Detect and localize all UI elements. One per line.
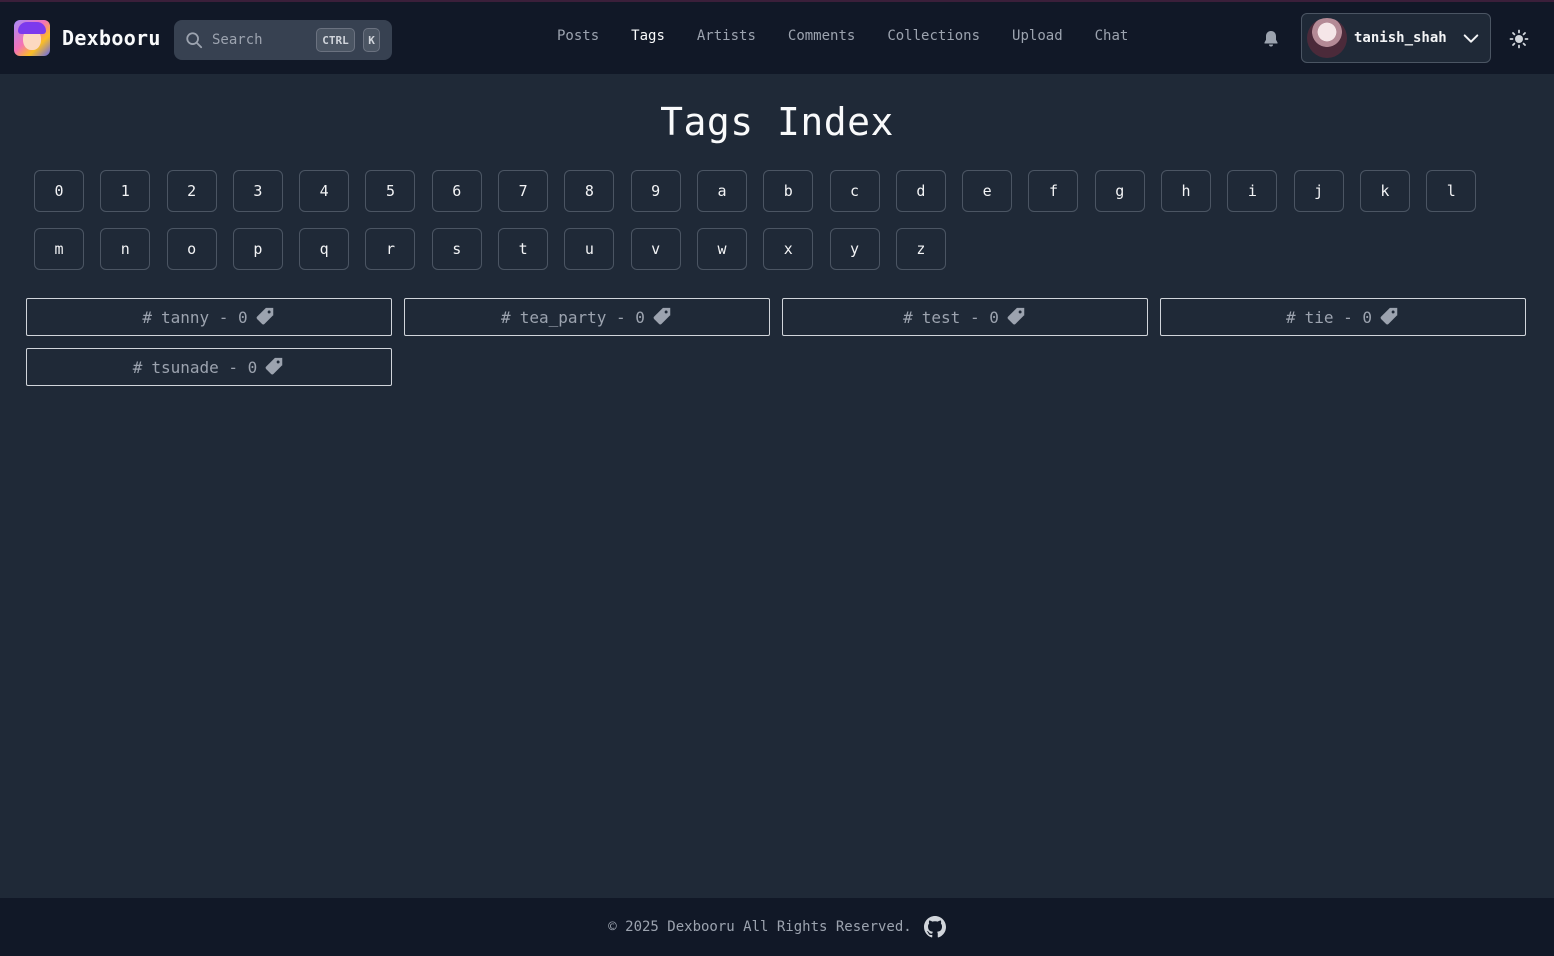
- letter-button-u[interactable]: u: [564, 228, 615, 270]
- hash-symbol: #: [903, 307, 913, 327]
- letter-button-h[interactable]: h: [1161, 170, 1212, 212]
- letter-button-5[interactable]: 5: [365, 170, 416, 212]
- letter-button-o[interactable]: o: [166, 228, 217, 270]
- letter-button-7[interactable]: 7: [498, 170, 549, 212]
- letter-button-m[interactable]: m: [34, 228, 84, 270]
- search-input[interactable]: [212, 28, 312, 52]
- letter-index: 0123456789abcdefghijkl mnopqrstuvwxyz: [34, 170, 1494, 270]
- letter-button-e[interactable]: e: [962, 170, 1013, 212]
- tag-icon: [653, 307, 671, 325]
- letter-button-q[interactable]: q: [299, 228, 350, 270]
- nav-collections[interactable]: Collections: [887, 28, 980, 50]
- tag-icon: [256, 307, 273, 325]
- letter-button-r[interactable]: r: [365, 228, 416, 270]
- letter-button-b[interactable]: b: [763, 170, 814, 212]
- letter-button-s[interactable]: s: [431, 228, 482, 270]
- nav-comments[interactable]: Comments: [788, 28, 855, 50]
- letter-button-j[interactable]: j: [1293, 170, 1344, 212]
- letter-button-y[interactable]: y: [829, 228, 880, 270]
- letter-button-4[interactable]: 4: [299, 170, 350, 212]
- tag-separator: -: [606, 307, 636, 327]
- nav-posts[interactable]: Posts: [557, 28, 599, 50]
- hash-symbol: #: [132, 357, 143, 377]
- tag-card[interactable]: # tanny - 0: [26, 298, 392, 336]
- tag-name: test: [921, 307, 961, 327]
- kbd-ctrl: CTRL: [316, 28, 355, 52]
- hash-symbol: #: [142, 307, 152, 327]
- tag-card[interactable]: # tsunade - 0: [26, 348, 392, 386]
- letter-button-k[interactable]: k: [1359, 170, 1410, 212]
- kbd-k: K: [363, 28, 380, 52]
- search-box[interactable]: CTRL K: [174, 20, 392, 60]
- tag-card[interactable]: # tie - 0: [1160, 298, 1526, 336]
- footer-copyright: © 2025 Dexbooru All Rights Reserved.: [608, 919, 912, 935]
- sun-icon[interactable]: [1509, 29, 1529, 49]
- letter-button-9[interactable]: 9: [630, 170, 681, 212]
- nav-chat[interactable]: Chat: [1095, 28, 1129, 50]
- tag-name: tie: [1304, 307, 1334, 327]
- main-nav: Posts Tags Artists Comments Collections …: [557, 28, 1128, 50]
- avatar: [1307, 18, 1347, 58]
- github-icon[interactable]: [923, 916, 946, 938]
- letter-button-a[interactable]: a: [696, 170, 747, 212]
- letter-button-8[interactable]: 8: [564, 170, 615, 212]
- nav-upload[interactable]: Upload: [1012, 28, 1063, 50]
- nav-artists[interactable]: Artists: [697, 28, 756, 50]
- letter-button-p[interactable]: p: [232, 228, 283, 270]
- letter-button-1[interactable]: 1: [100, 170, 151, 212]
- tag-separator: -: [960, 307, 990, 327]
- footer: © 2025 Dexbooru All Rights Reserved.: [0, 898, 1554, 956]
- chevron-down-icon: [1463, 34, 1479, 43]
- letter-button-t[interactable]: t: [498, 228, 549, 270]
- letter-button-w[interactable]: w: [696, 228, 747, 270]
- letter-button-f[interactable]: f: [1028, 170, 1079, 212]
- letter-button-v[interactable]: v: [630, 228, 681, 270]
- tag-icon: [1007, 307, 1025, 325]
- letter-button-l[interactable]: l: [1426, 170, 1477, 212]
- username: tanish_shah: [1354, 30, 1447, 46]
- letter-button-2[interactable]: 2: [166, 170, 217, 212]
- letter-button-n[interactable]: n: [100, 228, 151, 270]
- hash-symbol: #: [501, 307, 511, 327]
- tag-separator: -: [218, 357, 248, 377]
- tag-count: 0: [989, 307, 999, 327]
- logo-image[interactable]: [14, 20, 50, 56]
- tag-card[interactable]: # tea_party - 0: [404, 298, 770, 336]
- letter-button-z[interactable]: z: [895, 228, 946, 270]
- tag-icon: [1380, 307, 1398, 325]
- hash-symbol: #: [1285, 307, 1296, 327]
- bell-icon[interactable]: [1261, 29, 1281, 49]
- tag-count: 0: [238, 307, 248, 327]
- letter-button-x[interactable]: x: [763, 228, 814, 270]
- brand-name[interactable]: Dexbooru: [62, 26, 161, 50]
- tag-separator: -: [1333, 307, 1363, 327]
- user-menu-button[interactable]: tanish_shah: [1301, 13, 1491, 63]
- tag-list: # tanny - 0 # tea_party - 0 # test - 0 # tie - …: [26, 298, 1527, 386]
- tag-name: tsunade: [151, 357, 219, 377]
- tag-count: 0: [247, 357, 258, 377]
- tag-count: 0: [635, 307, 645, 327]
- page-title: Tags Index: [660, 100, 894, 144]
- search-icon: [186, 32, 203, 49]
- tag-separator: -: [209, 307, 239, 327]
- tag-name: tanny: [160, 307, 210, 327]
- letter-button-0[interactable]: 0: [34, 170, 84, 212]
- tag-count: 0: [1362, 307, 1373, 327]
- letter-button-3[interactable]: 3: [232, 170, 283, 212]
- tag-name: tea_party: [519, 307, 607, 327]
- letter-button-i[interactable]: i: [1227, 170, 1278, 212]
- nav-tags[interactable]: Tags: [631, 28, 665, 50]
- tag-card[interactable]: # test - 0: [782, 298, 1148, 336]
- top-navbar: Dexbooru CTRL K Posts Tags Artists Comme…: [0, 2, 1554, 74]
- letter-button-c[interactable]: c: [829, 170, 880, 212]
- letter-button-6[interactable]: 6: [431, 170, 482, 212]
- tag-icon: [265, 357, 283, 375]
- letter-button-g[interactable]: g: [1094, 170, 1145, 212]
- letter-button-d[interactable]: d: [895, 170, 946, 212]
